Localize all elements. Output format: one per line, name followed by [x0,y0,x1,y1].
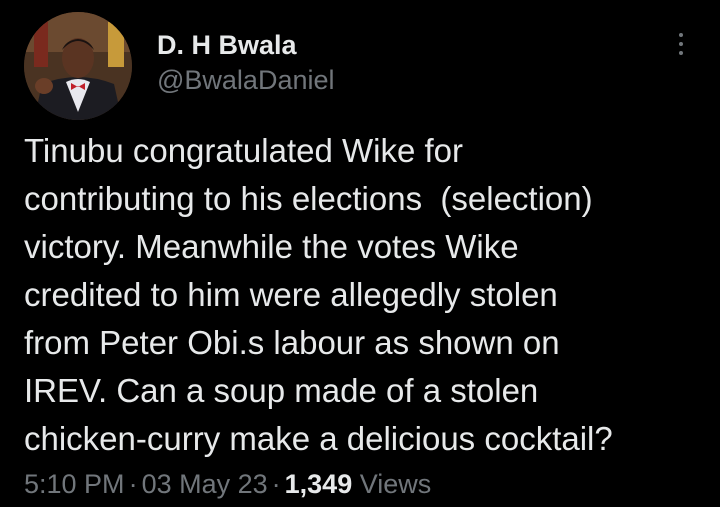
user-handle[interactable]: @BwalaDaniel [157,65,335,96]
more-options-button[interactable] [666,26,696,62]
more-vertical-icon [679,33,683,37]
more-vertical-icon-dot [679,42,683,46]
tweet-text: Tinubu congratulated Wike for contributi… [24,132,613,457]
views-label: Views [359,469,432,499]
more-vertical-icon-dot [679,51,683,55]
tweet-date[interactable]: 03 May 23 [142,469,268,499]
tweet-card: D. H Bwala @BwalaDaniel Tinubu congratul… [0,0,720,507]
display-name[interactable]: D. H Bwala [157,30,297,61]
views-count: 1,349 [284,469,353,499]
tweet-meta: 5:10 PM · 03 May 23 · 1,349 Views [24,469,431,500]
meta-separator: · [128,469,138,499]
avatar-photo [24,12,132,120]
tweet-time[interactable]: 5:10 PM [24,469,125,499]
avatar[interactable] [24,12,132,120]
meta-separator: · [271,469,281,499]
